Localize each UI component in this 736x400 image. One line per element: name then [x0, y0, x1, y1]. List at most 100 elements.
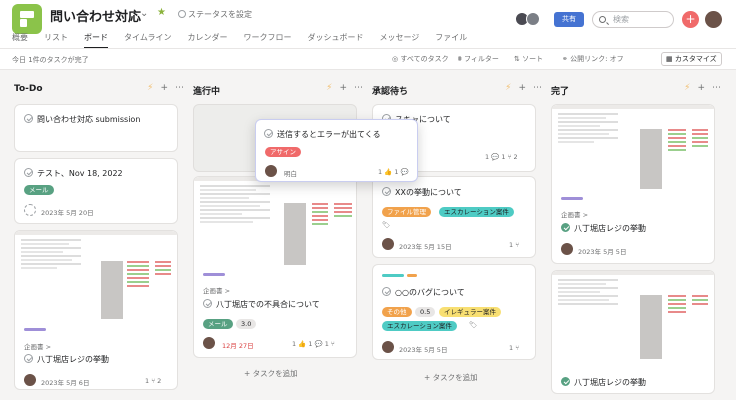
avatar[interactable] [561, 243, 573, 255]
due-date[interactable]: 2023年 5月 15日 [399, 241, 452, 251]
tab-timeline[interactable]: タイムライン [124, 32, 171, 47]
tag-mail[interactable]: メール [203, 319, 233, 329]
more-icon[interactable]: ⋯ [712, 83, 721, 93]
rule-bolt-icon[interactable]: ⚡ [326, 83, 332, 93]
check-circle-icon[interactable] [264, 129, 273, 138]
tab-calendar[interactable]: カレンダー [187, 32, 227, 47]
project-breadcrumb[interactable]: 企画書 > [203, 285, 230, 295]
tab-list[interactable]: リスト [44, 32, 68, 47]
task-stats[interactable]: 1 ⑂ [509, 344, 519, 352]
estimate-badge[interactable]: 3.0 [236, 319, 257, 329]
task-stats[interactable]: 1 👍 1 💬 [378, 168, 409, 176]
tab-overview[interactable]: 概要 [12, 32, 28, 47]
task-card[interactable]: ○○のバグについて その他 0.5 イレギュラー案件 エスカレーション案件 🏷 … [372, 264, 536, 360]
column-actions: ⚡ + ⋯ [326, 83, 363, 93]
attachment-thumbnail[interactable] [15, 231, 177, 323]
rule-bolt-icon[interactable]: ⚡ [684, 83, 690, 93]
column-title[interactable]: 承認待ち [372, 84, 408, 97]
public-link-button[interactable]: ⚭ 公開リンク: オフ [562, 54, 624, 64]
tab-messages[interactable]: メッセージ [379, 32, 419, 47]
due-date[interactable]: 2023年 5月 20日 [41, 207, 94, 217]
tag-escalation[interactable]: エスカレーション案件 [439, 207, 514, 217]
create-button[interactable]: + [682, 11, 699, 28]
project-icon[interactable] [12, 4, 42, 34]
chevron-down-icon[interactable]: ⌄ [140, 8, 148, 19]
tag-icon[interactable]: 🏷 [382, 221, 390, 229]
more-icon[interactable]: ⋯ [175, 83, 184, 93]
subtask-count[interactable]: 1 ⑂ 2 [145, 377, 161, 385]
avatar[interactable] [203, 337, 215, 349]
rule-bolt-icon[interactable]: ⚡ [147, 83, 153, 93]
sort-button[interactable]: ⇅ ソート [514, 54, 543, 64]
project-breadcrumb[interactable]: 企画書 > [24, 341, 51, 351]
add-icon[interactable]: + [339, 83, 347, 93]
tab-files[interactable]: ファイル [435, 32, 467, 47]
check-circle-icon[interactable] [24, 168, 33, 177]
tag-icon[interactable]: 🏷 [469, 321, 477, 329]
project-title[interactable]: 問い合わせ対応 [50, 6, 141, 25]
task-card[interactable]: XXの挙動について ファイル管理 エスカレーション案件 🏷 2023年 5月 1… [372, 176, 536, 258]
column-title[interactable]: To-Do [14, 84, 43, 94]
task-stats[interactable]: 1 💬 1 ⑂ 2 [485, 153, 518, 161]
tag-other[interactable]: その他 [382, 307, 412, 317]
tag-assign[interactable]: アサイン [265, 147, 301, 157]
task-card[interactable]: テスト、Nov 18, 2022 メール 2023年 5月 20日 [14, 158, 178, 224]
add-task-button[interactable]: + タスクを追加 [244, 368, 298, 379]
check-circle-icon[interactable] [382, 187, 391, 196]
assignee-name[interactable]: 明白 [284, 168, 297, 178]
status-setter[interactable]: ステータスを設定 [178, 9, 252, 20]
check-circle-icon[interactable] [203, 299, 212, 308]
add-task-button[interactable]: + タスクを追加 [424, 372, 478, 383]
add-icon[interactable]: + [518, 83, 526, 93]
due-date[interactable]: 12月 27日 [222, 340, 254, 350]
filter-button[interactable]: ⩩ フィルター [458, 54, 499, 64]
avatar[interactable] [382, 238, 394, 250]
check-circle-icon[interactable] [561, 377, 570, 386]
due-date[interactable]: 2023年 5月 6日 [41, 377, 89, 387]
add-icon[interactable]: + [160, 83, 168, 93]
search-input[interactable]: 検索 [592, 11, 674, 28]
due-date[interactable]: 2023年 5月 5日 [399, 344, 447, 354]
avatar[interactable] [24, 374, 36, 386]
user-avatar[interactable] [705, 11, 722, 28]
estimate-badge[interactable]: 0.5 [415, 307, 436, 317]
task-stats[interactable]: 1 👍 1 💬 1 ⑂ [292, 340, 335, 348]
customize-button[interactable]: ▦ カスタマイズ [661, 52, 722, 66]
task-card[interactable]: 企画書 > 八丁堀店レジの挙動 2023年 5月 6日 1 ⑂ 2 [14, 230, 178, 390]
column-title[interactable]: 完了 [551, 84, 569, 97]
task-card[interactable]: 企画書 > 八丁堀店での不具合について メール 3.0 12月 27日 1 👍 … [193, 176, 357, 358]
all-tasks-button[interactable]: ◎ すべてのタスク [392, 54, 449, 64]
avatar[interactable] [265, 165, 277, 177]
task-card[interactable]: 企画書 > 八丁堀店レジの挙動 2023年 5月 5日 [551, 104, 715, 264]
tab-workflow[interactable]: ワークフロー [243, 32, 291, 47]
avatar[interactable] [382, 341, 394, 353]
more-icon[interactable]: ⋯ [354, 83, 363, 93]
check-circle-icon[interactable] [24, 354, 33, 363]
add-icon[interactable]: + [697, 83, 705, 93]
assignee-placeholder-icon[interactable] [24, 204, 36, 216]
project-breadcrumb[interactable]: 企画書 > [561, 209, 588, 219]
tab-dashboard[interactable]: ダッシュボード [307, 32, 363, 47]
due-date[interactable]: 2023年 5月 5日 [578, 246, 626, 256]
star-icon[interactable]: ★ [157, 7, 166, 18]
task-stats[interactable]: 1 ⑂ [509, 241, 519, 249]
check-circle-icon[interactable] [382, 287, 391, 296]
attachment-thumbnail[interactable] [552, 271, 714, 363]
column-title[interactable]: 進行中 [193, 84, 220, 97]
member-avatars[interactable] [515, 12, 545, 26]
attachment-thumbnail[interactable] [552, 105, 714, 193]
more-icon[interactable]: ⋯ [533, 83, 542, 93]
task-card[interactable]: 問い合わせ対応 submission [14, 104, 178, 152]
tab-board[interactable]: ボード [84, 32, 108, 49]
attachment-thumbnail[interactable] [194, 177, 356, 269]
tag-irregular[interactable]: イレギュラー案件 [439, 307, 501, 317]
dragged-task-card[interactable]: 送信するとエラーが出てくる アサイン 明白 1 👍 1 💬 [255, 119, 418, 182]
tag-mail[interactable]: メール [24, 185, 54, 195]
rule-bolt-icon[interactable]: ⚡ [505, 83, 511, 93]
share-button[interactable]: 共有 [554, 12, 584, 27]
check-circle-icon[interactable] [24, 114, 33, 123]
task-card[interactable]: 八丁堀店レジの挙動 [551, 270, 715, 394]
tag-escalation[interactable]: エスカレーション案件 [382, 321, 457, 331]
tag-file-management[interactable]: ファイル管理 [382, 207, 431, 217]
check-circle-icon[interactable] [561, 223, 570, 232]
